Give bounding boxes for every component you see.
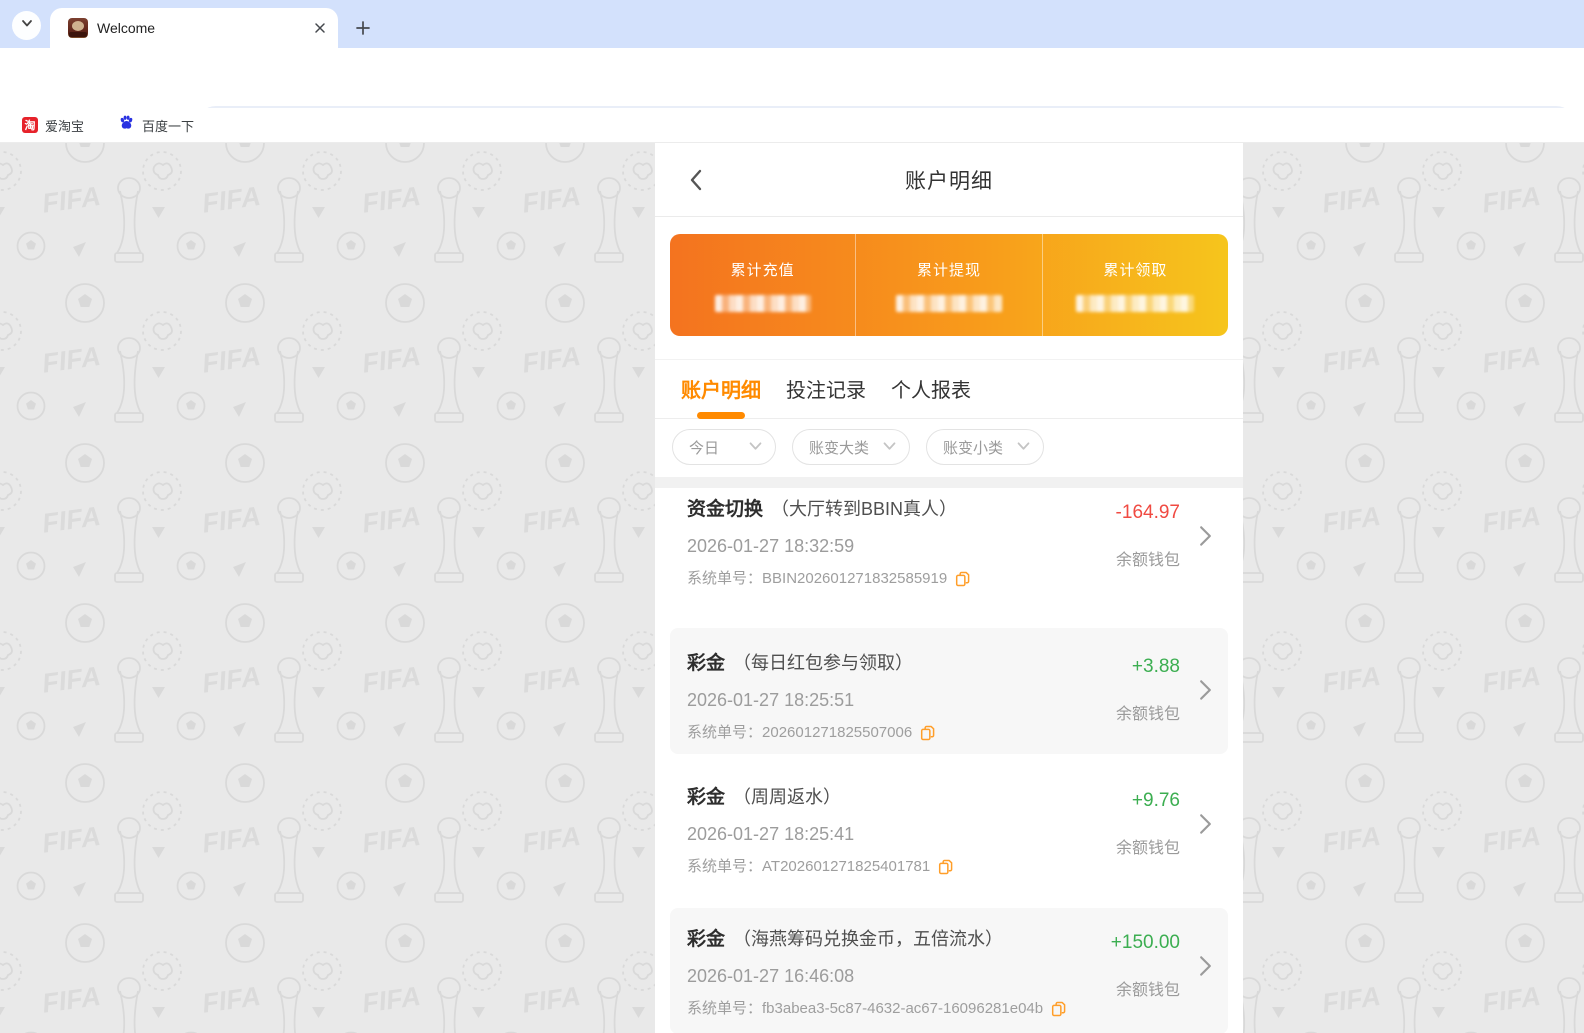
filter-minor-category-dropdown[interactable]: 账变小类 <box>926 429 1044 465</box>
page-background: FIFA <box>0 143 1584 1033</box>
copy-icon[interactable] <box>938 859 953 875</box>
filter-label: 账变大类 <box>809 439 870 457</box>
txn-type: 彩金 <box>687 787 726 808</box>
txn-order-line: 系统单号： 202601271825507006 <box>687 724 1228 742</box>
browser-window: Welcome 淘 爱淘宝 百度一下 账户明细 累计充值 累计提现 累计领取 账… <box>0 0 1584 1033</box>
tab-account-details[interactable]: 账户明细 <box>681 366 761 419</box>
txn-note: （海燕筹码兑换金币，五倍流水） <box>733 929 1004 949</box>
summary-card-wrap: 累计充值 累计提现 累计领取 <box>655 217 1243 359</box>
filter-major-category-dropdown[interactable]: 账变大类 <box>792 429 910 465</box>
filter-label: 账变小类 <box>943 439 1004 457</box>
taobao-icon: 淘 <box>22 117 38 133</box>
copy-icon[interactable] <box>955 571 970 587</box>
summary-label: 累计充值 <box>730 261 795 279</box>
chevron-right-icon <box>1199 679 1212 706</box>
txn-wallet: 余额钱包 <box>1115 552 1180 569</box>
tab-title: Welcome <box>97 20 156 36</box>
txn-type: 资金切换 <box>687 499 764 520</box>
chevron-right-icon <box>1199 525 1212 552</box>
chevron-down-icon <box>20 16 34 35</box>
txn-wallet: 余额钱包 <box>1115 840 1180 857</box>
bookmark-baidu[interactable]: 百度一下 <box>114 112 198 138</box>
filter-label: 今日 <box>689 439 720 457</box>
chevron-right-icon <box>1199 813 1212 840</box>
app-panel: 账户明细 累计充值 累计提现 累计领取 账户明细 投注记录 个人报表 今日 账变… <box>655 143 1243 1033</box>
order-number: AT202601271825401781 <box>762 858 931 875</box>
table-row[interactable]: 彩金 （海燕筹码兑换金币，五倍流水） 2026-01-27 16:46:08 系… <box>670 908 1228 1033</box>
txn-amount: +9.76 <box>1131 790 1180 811</box>
txn-wallet: 余额钱包 <box>1115 982 1180 999</box>
txn-order-line: 系统单号： fb3abea3-5c87-4632-ac67-16096281e04… <box>687 1000 1228 1018</box>
tab-search-button[interactable] <box>12 11 41 40</box>
tab-personal-report[interactable]: 个人报表 <box>891 366 971 418</box>
page-title: 账户明细 <box>905 169 993 193</box>
active-tab-underline <box>697 412 745 419</box>
txn-wallet: 余额钱包 <box>1115 706 1180 723</box>
chevron-down-icon <box>1017 438 1030 456</box>
txn-type: 彩金 <box>687 653 726 674</box>
summary-total-deposit: 累计充值 <box>670 234 855 336</box>
report-tabs: 账户明细 投注记录 个人报表 <box>655 359 1243 419</box>
tab-bet-records[interactable]: 投注记录 <box>786 366 866 418</box>
txn-note: （周周返水） <box>733 787 842 807</box>
tab-strip: Welcome <box>0 0 1584 48</box>
filter-date-dropdown[interactable]: 今日 <box>672 429 776 465</box>
copy-icon[interactable] <box>920 725 935 741</box>
table-row[interactable]: 彩金 （每日红包参与领取） 2026-01-27 18:25:51 系统单号： 2… <box>670 628 1228 754</box>
order-number: 202601271825507006 <box>762 724 913 741</box>
summary-total-claimed: 累计领取 <box>1041 234 1228 336</box>
summary-label: 累计提现 <box>916 261 981 279</box>
bookmark-label: 百度一下 <box>142 118 195 134</box>
bookmark-taobao[interactable]: 淘 爱淘宝 <box>18 112 88 138</box>
table-row[interactable]: 彩金 （周周返水） 2026-01-27 18:25:41 系统单号： AT202… <box>670 768 1228 894</box>
chevron-right-icon <box>1199 955 1212 982</box>
order-prefix: 系统单号： <box>687 858 763 875</box>
order-prefix: 系统单号： <box>687 1000 763 1017</box>
tab-label: 投注记录 <box>786 380 866 402</box>
new-tab-button[interactable] <box>350 15 376 41</box>
copy-icon[interactable] <box>1051 1001 1066 1017</box>
close-icon[interactable] <box>311 20 328 37</box>
txn-note: （每日红包参与领取） <box>733 653 914 673</box>
baidu-paw-icon <box>118 114 135 136</box>
txn-type: 彩金 <box>687 929 726 950</box>
bookmark-label: 爱淘宝 <box>45 118 85 134</box>
masked-amount <box>1076 294 1195 312</box>
txn-amount: +150.00 <box>1110 932 1180 953</box>
chevron-down-icon <box>749 438 762 456</box>
txn-order-line: 系统单号： BBIN202601271832585919 <box>687 570 1228 588</box>
back-chevron-icon[interactable] <box>681 165 711 195</box>
txn-amount: +3.88 <box>1131 656 1180 677</box>
section-divider <box>655 477 1243 488</box>
txn-note: （大厅转到BBIN真人） <box>771 499 958 519</box>
browser-toolbar: 175616.cc/reports/index?tab=0 <box>0 48 1584 146</box>
bookmarks-bar: 淘 爱淘宝 百度一下 <box>0 108 1584 143</box>
tab-label: 个人报表 <box>891 380 971 402</box>
order-prefix: 系统单号： <box>687 570 763 587</box>
site-favicon-icon <box>68 18 88 38</box>
summary-total-withdraw: 累计提现 <box>855 234 1041 336</box>
masked-amount <box>714 294 811 312</box>
summary-label: 累计领取 <box>1103 261 1168 279</box>
txn-amount: -164.97 <box>1115 502 1180 523</box>
chevron-down-icon <box>883 438 896 456</box>
tab-label: 账户明细 <box>681 380 761 402</box>
transaction-list: 资金切换 （大厅转到BBIN真人） 2026-01-27 18:32:59 系统… <box>655 488 1243 1033</box>
app-header: 账户明细 <box>655 143 1243 217</box>
order-number: fb3abea3-5c87-4632-ac67-16096281e04b <box>762 1000 1044 1017</box>
masked-amount <box>895 294 1002 312</box>
summary-card: 累计充值 累计提现 累计领取 <box>670 234 1228 336</box>
browser-tab[interactable]: Welcome <box>50 8 338 48</box>
filters-row: 今日 账变大类 账变小类 <box>655 419 1243 477</box>
txn-order-line: 系统单号： AT202601271825401781 <box>687 858 1228 876</box>
table-row[interactable]: 资金切换 （大厅转到BBIN真人） 2026-01-27 18:32:59 系统… <box>670 488 1228 614</box>
order-number: BBIN202601271832585919 <box>762 570 948 587</box>
order-prefix: 系统单号： <box>687 724 763 741</box>
